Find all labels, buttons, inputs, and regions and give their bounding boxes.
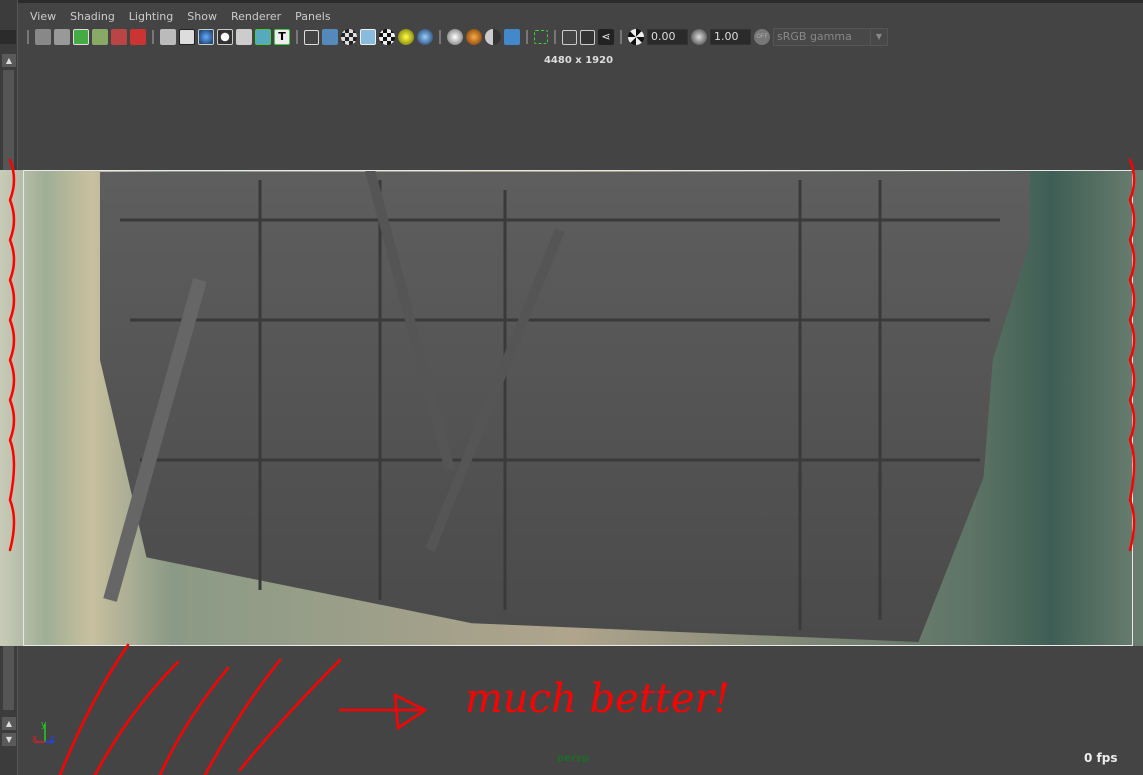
camera-name: persp bbox=[557, 753, 589, 764]
fps-counter: 0 fps bbox=[1084, 751, 1118, 765]
axis-x-label: x bbox=[32, 734, 38, 744]
axis-z-label: z bbox=[50, 734, 55, 744]
axis-indicator: y x z bbox=[32, 720, 55, 744]
axis-y-label: y bbox=[41, 720, 47, 730]
annotation-text: much better! bbox=[465, 676, 730, 722]
red-annotation: much better! bbox=[8, 158, 1136, 775]
